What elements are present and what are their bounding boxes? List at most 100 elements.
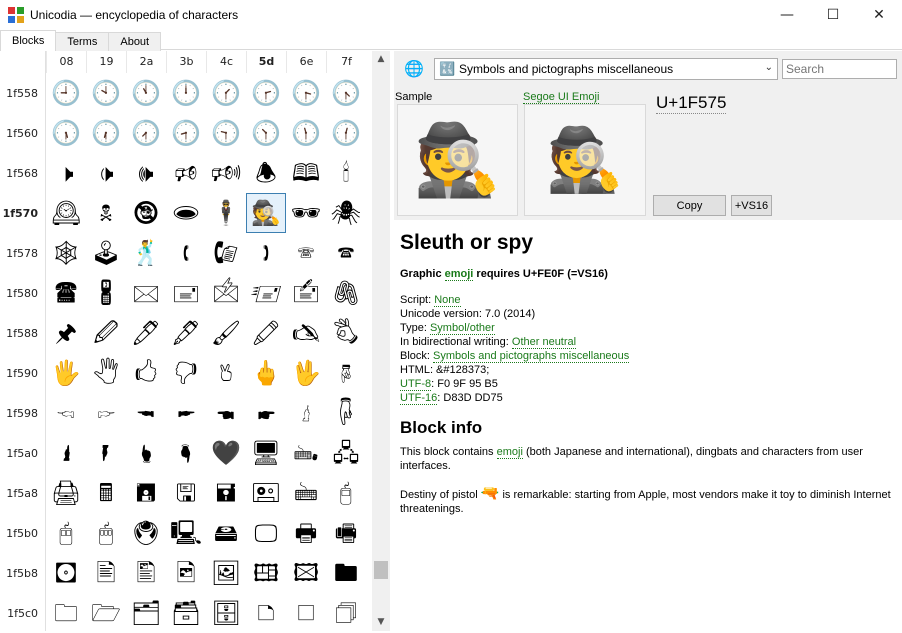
char-cell[interactable]: 🖧 [326,433,366,473]
tab-blocks[interactable]: Blocks [0,30,57,51]
char-cell[interactable]: 🖟 [326,393,366,433]
font-link[interactable]: Segoe UI Emoji [523,91,600,104]
minimize-button[interactable]: — [764,0,810,30]
char-cell[interactable]: 🕭 [246,153,286,193]
block-emoji-link[interactable]: emoji [496,446,523,459]
char-cell[interactable]: 🖃 [166,273,206,313]
char-cell[interactable]: 🖮 [286,473,326,513]
char-cell[interactable]: 🕻 [166,233,206,273]
char-cell[interactable]: 🖽 [246,553,286,593]
char-cell[interactable]: 🖦 [286,433,326,473]
char-cell[interactable]: 🖢 [126,433,166,473]
char-cell[interactable]: 🕨 [46,153,86,193]
char-cell[interactable]: 🕱 [86,193,126,233]
char-cell[interactable]: 🕫 [166,153,206,193]
scroll-up-arrow[interactable]: ▲ [372,51,390,68]
char-cell[interactable]: 🕸 [46,233,86,273]
char-cell[interactable]: 🗂 [126,593,166,633]
char-cell[interactable]: 🖡 [86,433,126,473]
char-cell[interactable]: 🖠 [46,433,86,473]
char-cell[interactable]: 🖌 [206,313,246,353]
script-link[interactable]: None [434,294,461,307]
char-cell[interactable]: 🖫 [166,473,206,513]
char-cell[interactable]: 🖺 [126,553,166,593]
char-cell[interactable]: 🕥 [246,113,286,153]
char-cell[interactable]: 🕮 [286,153,326,193]
char-cell[interactable]: 🖗 [326,353,366,393]
char-cell[interactable]: 🕝 [246,73,286,113]
char-cell[interactable]: 🖁 [86,273,126,313]
char-cell[interactable]: 🖜 [206,393,246,433]
char-cell[interactable]: 🖎 [286,313,326,353]
char-cell[interactable]: 🕽 [246,233,286,273]
emoji-link[interactable]: emoji [444,268,474,281]
char-cell[interactable]: 🕩 [86,153,126,193]
char-cell[interactable]: 🗆 [286,593,326,633]
char-cell[interactable]: 🖰 [46,513,86,553]
char-cell[interactable]: 🖒 [126,353,166,393]
char-cell[interactable]: 🖥 [246,433,286,473]
scroll-thumb[interactable] [374,561,388,579]
char-cell[interactable]: 🖚 [126,393,166,433]
char-cell[interactable]: 🖘 [46,393,86,433]
char-cell[interactable]: 🖴 [206,513,246,553]
search-input[interactable] [782,59,897,79]
char-cell[interactable]: 🖊 [126,313,166,353]
char-cell[interactable]: 🖈 [46,313,86,353]
char-cell[interactable]: 🖙 [86,393,126,433]
char-cell[interactable]: 🖾 [286,553,326,593]
scroll-down-arrow[interactable]: ▼ [372,614,390,631]
char-cell[interactable]: 🖼 [206,553,246,593]
bidi-link[interactable]: Other neutral [511,336,577,349]
char-cell[interactable]: 🖤 [206,433,246,473]
char-cell[interactable]: 🖿 [326,553,366,593]
char-cell[interactable]: 🕣 [166,113,206,153]
char-cell[interactable]: 🖑 [86,353,126,393]
char-cell[interactable]: 🖪 [126,473,166,513]
char-cell[interactable]: 🖬 [206,473,246,513]
char-cell[interactable]: 🗄 [206,593,246,633]
char-cell[interactable]: 🖨 [46,473,86,513]
char-cell[interactable]: 🕬 [206,153,246,193]
char-cell[interactable]: 🕪 [126,153,166,193]
utf16-link[interactable]: UTF-16 [400,392,438,405]
char-cell[interactable]: 🖇 [326,273,366,313]
char-cell[interactable]: 🗁 [86,593,126,633]
char-cell[interactable]: 🗀 [46,593,86,633]
vs16-button[interactable]: +VS16 [731,195,772,216]
char-cell[interactable]: 🕞 [286,73,326,113]
block-select[interactable]: 🔣 Symbols and pictographs miscellaneous … [434,58,778,80]
char-cell[interactable]: 🖳 [166,513,206,553]
block-link[interactable]: Symbols and pictographs miscellaneous [433,350,630,363]
tab-terms[interactable]: Terms [55,32,110,52]
char-cell[interactable]: 🕳 [166,193,206,233]
char-cell[interactable]: 🗇 [326,593,366,633]
maximize-button[interactable]: ☐ [810,0,856,30]
char-cell[interactable]: 🖕 [246,353,286,393]
char-cell[interactable]: 🕡 [86,113,126,153]
char-cell[interactable]: 🕿 [326,233,366,273]
char-cell[interactable]: 🕹 [86,233,126,273]
char-cell[interactable]: 🕤 [206,113,246,153]
grid-scrollbar[interactable]: ▲ ▼ [372,51,390,631]
char-cell[interactable]: 🖓 [166,353,206,393]
globe-icon[interactable]: 🌐 [404,59,426,79]
char-cell[interactable]: 🖔 [206,353,246,393]
char-cell[interactable]: 🖱 [86,513,126,553]
char-cell[interactable]: 🖀 [46,273,86,313]
char-cell[interactable]: 🕶 [286,193,326,233]
char-cell[interactable]: 🖏 [326,313,366,353]
char-cell[interactable]: 🕵 [246,193,286,233]
char-cell[interactable]: 🕢 [126,113,166,153]
char-cell[interactable]: 🖻 [166,553,206,593]
char-cell[interactable]: 🕙 [86,73,126,113]
char-cell[interactable]: 🕲 [126,193,166,233]
char-cell[interactable]: 🕟 [326,73,366,113]
char-cell[interactable]: 🕯 [326,153,366,193]
copy-button[interactable]: Copy [653,195,726,216]
char-cell[interactable]: 🕷 [326,193,366,233]
char-cell[interactable]: 🖭 [246,473,286,513]
char-cell[interactable]: 🖞 [286,393,326,433]
char-cell[interactable]: 🖄 [206,273,246,313]
char-cell[interactable]: 🗅 [246,593,286,633]
